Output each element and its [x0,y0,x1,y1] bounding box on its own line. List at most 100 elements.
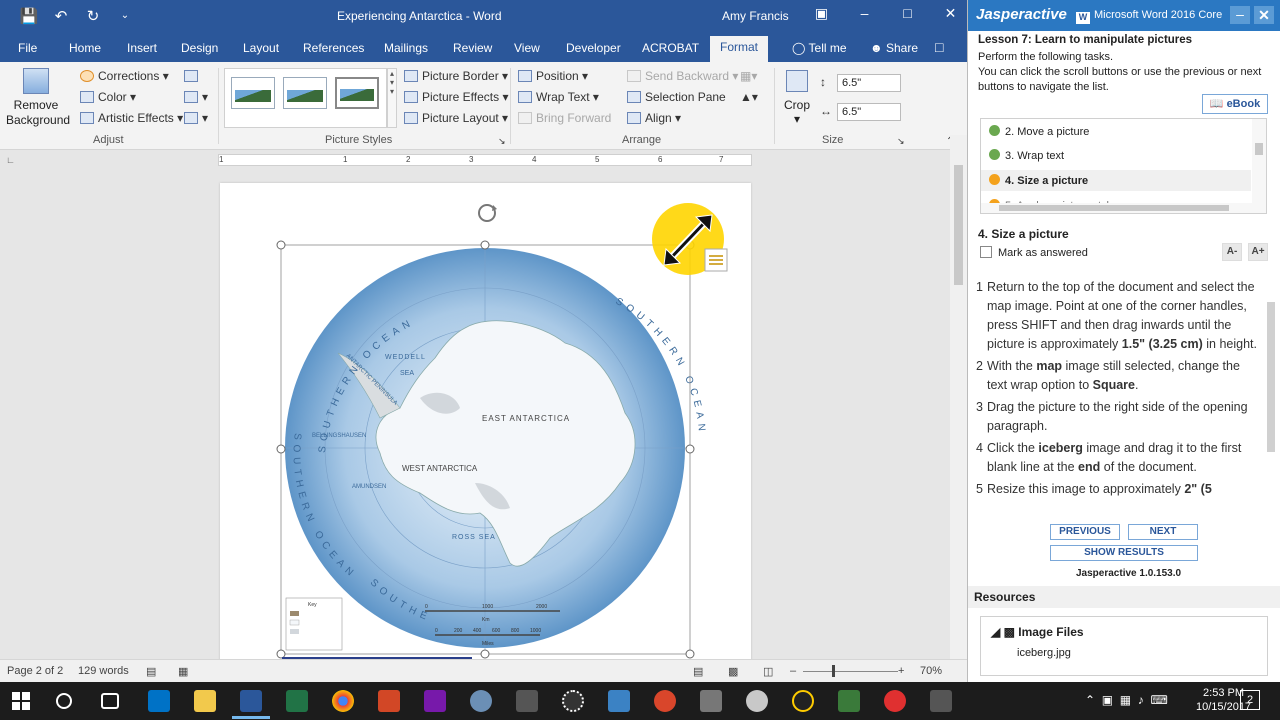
change-picture-icon[interactable]: ▾ [184,90,208,104]
position-button[interactable]: Position ▾ [518,69,588,83]
shape-width-field[interactable]: 6.5" [837,103,901,121]
tab-acrobat[interactable]: ACROBAT [642,41,699,55]
font-decrease-button[interactable]: A- [1222,243,1242,261]
rotate-handle-icon[interactable] [478,204,497,222]
keyboard-icon[interactable]: ⌨ [1150,693,1167,707]
network-icon[interactable]: ▦ [1120,693,1131,707]
picture-style-1[interactable] [231,77,275,109]
zoom-in-icon[interactable]: + [898,665,904,677]
picture-style-3[interactable] [335,77,379,109]
picture-styles-launcher-icon[interactable]: ↘ [498,136,506,147]
reset-picture-icon[interactable]: ▾ [184,111,208,125]
undo-icon[interactable]: ↶ [50,7,72,25]
app-icon[interactable] [608,690,630,712]
rotate-objects-icon[interactable]: ▲▾ [740,90,758,104]
wrap-text-button[interactable]: Wrap Text ▾ [518,90,599,104]
word-count[interactable]: 129 words [78,665,129,677]
tab-references[interactable]: References [303,41,364,55]
panel-close-icon[interactable]: ✕ [1254,6,1274,24]
search-icon[interactable] [56,693,72,709]
ebook-button[interactable]: 📖 eBook [1202,94,1268,114]
picture-border-button[interactable]: Picture Border ▾ [404,69,508,83]
tab-review[interactable]: Review [453,41,492,55]
remove-background-button[interactable]: Remove Background [6,68,70,128]
font-increase-button[interactable]: A+ [1248,243,1268,261]
ribbon-display-icon[interactable]: ▣ [800,5,843,22]
zoom-slider[interactable] [803,671,898,672]
show-results-button[interactable]: SHOW RESULTS [1050,545,1198,561]
user-name[interactable]: Amy Francis [722,9,789,23]
word-taskbar-icon[interactable] [240,690,262,712]
app-icon[interactable] [700,690,722,712]
align-button[interactable]: Align ▾ [627,111,681,125]
shape-height-field[interactable]: 6.5" [837,74,901,92]
app-icon[interactable] [838,690,860,712]
corrections-button[interactable]: Corrections ▾ [80,69,169,83]
web-layout-icon[interactable]: ◫ [763,665,773,678]
task-item[interactable]: 2. Move a picture [989,125,1089,138]
resize-handle-top[interactable] [480,240,490,250]
share-button[interactable]: ☻ Share [870,41,918,55]
minimize-icon[interactable]: – [843,5,886,22]
app-icon[interactable] [930,690,952,712]
panel-minimize-icon[interactable]: – [1230,6,1250,24]
powerpoint-icon[interactable] [378,690,400,712]
task-list-hscrollbar[interactable] [981,203,1254,213]
onenote-icon[interactable] [424,690,446,712]
image-files-folder[interactable]: ◢ ▩ Image Files [991,625,1084,639]
scroll-thumb[interactable] [954,165,963,285]
picture-effects-button[interactable]: Picture Effects ▾ [404,90,509,104]
app-icon[interactable] [470,690,492,712]
picture-style-2[interactable] [283,77,327,109]
app-icon[interactable] [792,690,814,712]
mark-as-answered[interactable]: Mark as answered [980,246,1088,259]
volume-icon[interactable]: ♪ [1138,693,1144,707]
bring-forward-button[interactable]: Bring Forward [518,111,611,125]
notifications-icon[interactable]: 2 [1240,690,1260,710]
tab-mailings[interactable]: Mailings [384,41,428,55]
task-item[interactable]: 3. Wrap text [989,149,1064,162]
iceberg-file-link[interactable]: iceberg.jpg [1017,647,1071,659]
picture-layout-button[interactable]: Picture Layout ▾ [404,111,508,125]
maximize-icon[interactable]: □ [886,5,929,22]
zoom-level[interactable]: 70% [920,665,942,677]
mark-checkbox[interactable] [980,246,992,258]
tab-home[interactable]: Home [69,41,101,55]
outlook-icon[interactable] [148,690,170,712]
app-icon[interactable] [884,690,906,712]
page-count[interactable]: Page 2 of 2 [7,665,63,677]
print-layout-icon[interactable]: ▩ [728,665,738,678]
tab-design[interactable]: Design [181,41,218,55]
chevron-up-icon[interactable]: ⌃ [1085,693,1095,707]
tab-layout[interactable]: Layout [243,41,279,55]
antarctica-map-image[interactable]: SOUTHERN OCEAN SOUTHERN OCEAN SOUTHERN O… [220,183,751,663]
color-button[interactable]: Color ▾ [80,90,136,104]
artistic-effects-button[interactable]: Artistic Effects ▾ [80,111,183,125]
tell-me-box[interactable]: ◯ Tell me [792,41,847,55]
snipping-tool-icon[interactable] [516,690,538,712]
zoom-slider-knob[interactable] [832,665,835,677]
task-view-icon[interactable] [101,693,119,709]
close-icon[interactable]: ✕ [929,5,967,22]
gallery-scroll[interactable]: ▴ ▾ ▾ [387,68,397,128]
proofing-icon[interactable]: ▤ [146,665,156,678]
previous-button[interactable]: PREVIOUS [1050,524,1120,540]
compress-pictures-icon[interactable] [184,69,202,83]
selection-pane-button[interactable]: Selection Pane [627,90,726,104]
scroll-thumb[interactable] [1267,302,1275,452]
resize-handle-top-left[interactable] [276,240,286,250]
group-objects-icon[interactable]: ▦▾ [740,69,757,83]
read-mode-icon[interactable]: ▤ [693,665,703,678]
scroll-thumb[interactable] [999,205,1229,211]
app-icon[interactable] [654,690,676,712]
scroll-thumb[interactable] [1255,143,1263,155]
vertical-scrollbar[interactable] [950,135,967,662]
horizontal-ruler[interactable]: 1 1 2 3 4 5 6 7 [218,154,752,166]
customize-qat-icon[interactable]: ⌄ [114,7,136,25]
task-item-current[interactable]: 4. Size a picture [981,170,1251,191]
windows-start-icon[interactable] [12,692,30,710]
task-list-scrollbar[interactable] [1252,119,1266,213]
layout-options-icon[interactable] [704,248,728,272]
resize-handle-right[interactable] [685,444,695,454]
zoom-out-icon[interactable]: – [790,665,796,677]
